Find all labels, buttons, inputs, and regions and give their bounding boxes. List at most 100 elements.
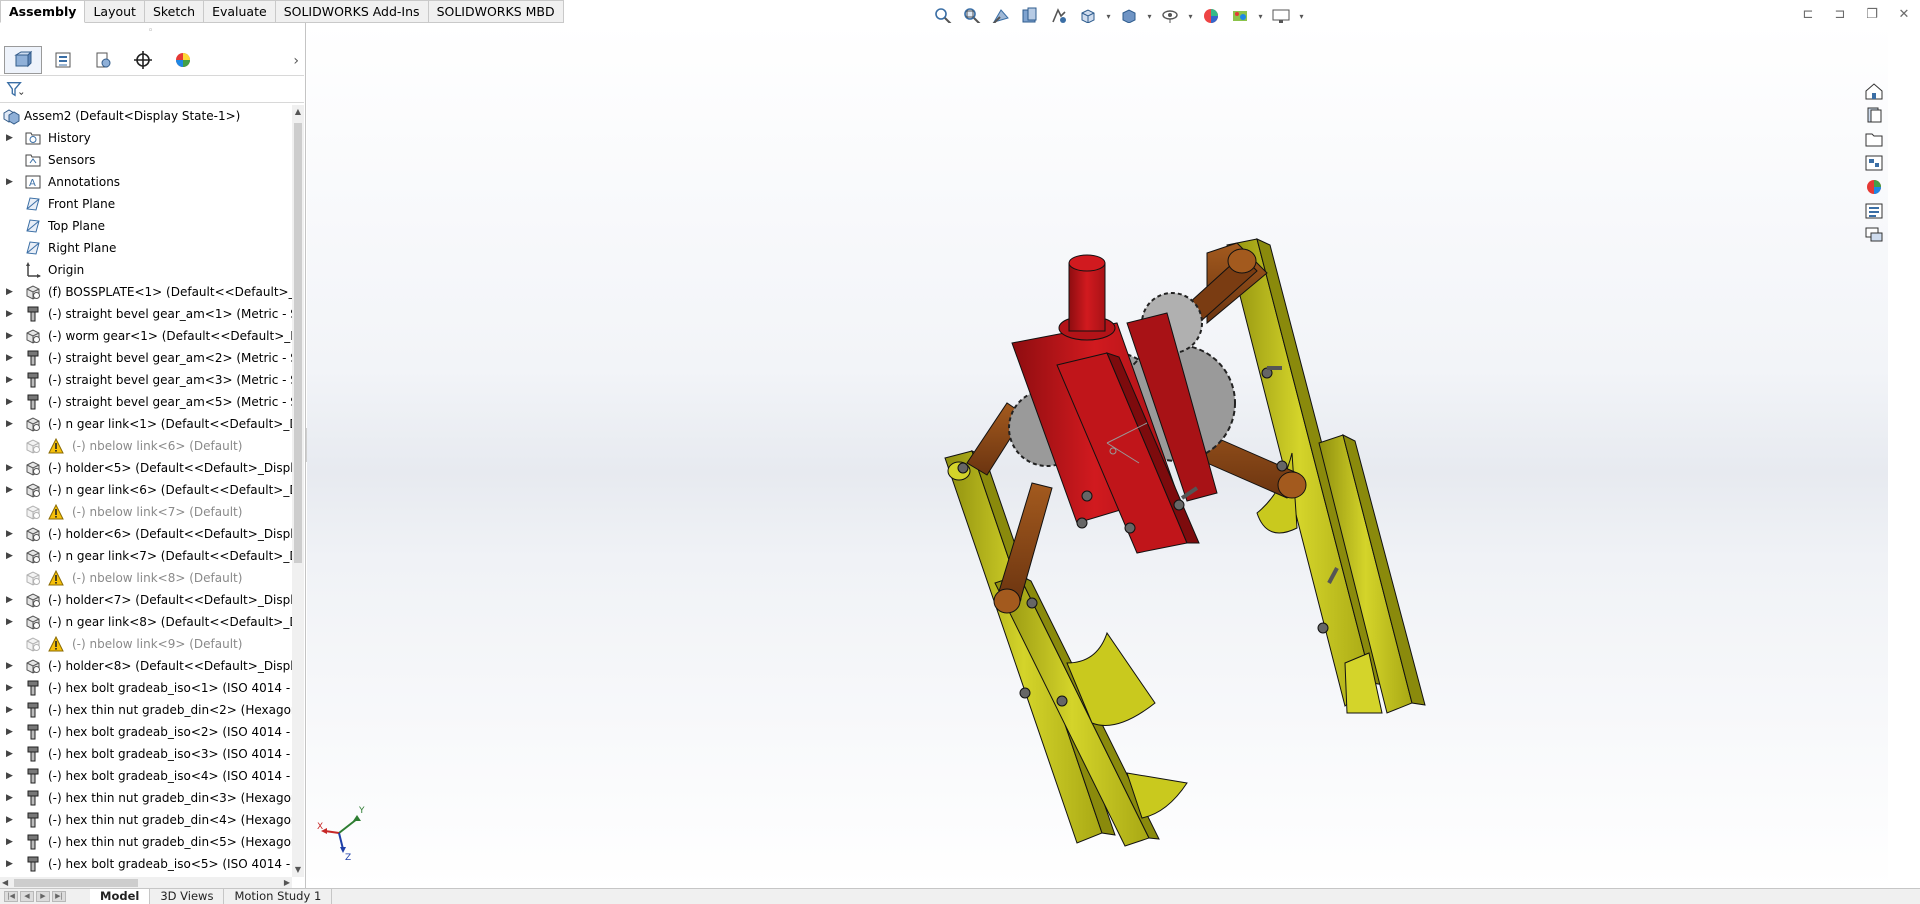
- tree-item-holder-8-default-default-display-stat[interactable]: ▶ (-) holder<8> (Default<<Default>_Displa…: [0, 655, 292, 677]
- command-tab-solidworks-add-ins[interactable]: SOLIDWORKS Add-Ins: [275, 0, 429, 23]
- expand-arrow-icon[interactable]: ▶: [6, 308, 14, 320]
- tree-item-n-gear-link-8-default-default-display[interactable]: ▶ (-) n gear link<8> (Default<<Default>_D…: [0, 611, 292, 633]
- solidworks-resources-icon[interactable]: [1862, 81, 1886, 101]
- tree-item-hex-thin-nut-gradeb-din-4-hexagon-nut[interactable]: ▶ (-) hex thin nut gradeb_din<4> (Hexagon…: [0, 809, 292, 831]
- tile-left-icon[interactable]: ⊏: [1798, 4, 1818, 24]
- scroll-down-icon[interactable]: ▼: [292, 863, 304, 877]
- expand-arrow-icon[interactable]: ▶: [6, 792, 14, 804]
- tree-item-straight-bevel-gear-am-5-metric-spur-g[interactable]: ▶ (-) straight bevel gear_am<5> (Metric -…: [0, 391, 292, 413]
- panel-collapse-handle[interactable]: ◦: [148, 27, 156, 36]
- close-icon[interactable]: ✕: [1894, 4, 1914, 24]
- tree-item-history[interactable]: ▶ History: [0, 127, 292, 149]
- expand-arrow-icon[interactable]: ▶: [6, 286, 14, 298]
- command-tab-sketch[interactable]: Sketch: [144, 0, 205, 23]
- scroll-thumb[interactable]: [294, 123, 302, 563]
- feature-manager-tab[interactable]: [4, 46, 42, 74]
- tree-item-hex-bolt-gradeab-iso-2-iso-4014-m4-x-3[interactable]: ▶ (-) hex bolt gradeab_iso<2> (ISO 4014 -…: [0, 721, 292, 743]
- dimxpert-manager-tab[interactable]: [124, 46, 162, 74]
- prev-tab-icon[interactable]: ◀: [20, 891, 34, 902]
- tree-item-top-plane[interactable]: Top Plane: [0, 215, 292, 237]
- expand-arrow-icon[interactable]: ▶: [6, 396, 14, 408]
- tree-item-n-gear-link-6-default-default-display[interactable]: ▶ (-) n gear link<6> (Default<<Default>_D…: [0, 479, 292, 501]
- expand-arrow-icon[interactable]: ▶: [6, 660, 14, 672]
- tree-root-assembly[interactable]: Assem2 (Default<Display State-1>): [0, 105, 292, 127]
- tree-item-holder-6-default-default-display-stat[interactable]: ▶ (-) holder<6> (Default<<Default>_Displa…: [0, 523, 292, 545]
- tree-item-straight-bevel-gear-am-2-metric-spur-g[interactable]: ▶ (-) straight bevel gear_am<2> (Metric -…: [0, 347, 292, 369]
- tree-item-f-bossplate-1-default-default-displa[interactable]: ▶ (f) BOSSPLATE<1> (Default<<Default>_Dis…: [0, 281, 292, 303]
- view-palette-icon[interactable]: [1862, 153, 1886, 173]
- property-manager-icon: [55, 52, 71, 68]
- first-tab-icon[interactable]: |◀: [4, 891, 18, 902]
- tree-item-nbelow-link-9-default[interactable]: (-) nbelow link<9> (Default): [0, 633, 292, 655]
- custom-properties-icon[interactable]: [1862, 201, 1886, 221]
- expand-arrow-icon[interactable]: ▶: [6, 858, 14, 870]
- scroll-up-icon[interactable]: ▲: [292, 105, 304, 119]
- tree-item-hex-bolt-gradeab-iso-1-iso-4014-m4-x-3[interactable]: ▶ (-) hex bolt gradeab_iso<1> (ISO 4014 -…: [0, 677, 292, 699]
- command-tab-assembly[interactable]: Assembly: [0, 0, 86, 23]
- tree-item-straight-bevel-gear-am-3-metric-spur-g[interactable]: ▶ (-) straight bevel gear_am<3> (Metric -…: [0, 369, 292, 391]
- tree-item-hex-bolt-gradeab-iso-3-iso-4014-m4-x-3[interactable]: ▶ (-) hex bolt gradeab_iso<3> (ISO 4014 -…: [0, 743, 292, 765]
- tree-item-right-plane[interactable]: Right Plane: [0, 237, 292, 259]
- expand-arrow-icon[interactable]: ▶: [6, 374, 14, 386]
- expand-arrow-icon[interactable]: ▶: [6, 616, 14, 628]
- tile-right-icon[interactable]: ⊐: [1830, 4, 1850, 24]
- expand-arrow-icon[interactable]: ▶: [6, 352, 14, 364]
- appearances-scenes-icon[interactable]: [1862, 177, 1886, 197]
- restore-icon[interactable]: ❐: [1862, 4, 1882, 24]
- tree-item-hex-thin-nut-gradeb-din-5-hexagon-nut[interactable]: ▶ (-) hex thin nut gradeb_din<5> (Hexagon…: [0, 831, 292, 853]
- tree-item-holder-5-default-default-display-stat[interactable]: ▶ (-) holder<5> (Default<<Default>_Displa…: [0, 457, 292, 479]
- expand-arrow-icon[interactable]: ▶: [6, 704, 14, 716]
- property-manager-tab[interactable]: [44, 46, 82, 74]
- expand-arrow-icon[interactable]: ▶: [6, 814, 14, 826]
- tree-filter[interactable]: [0, 75, 304, 103]
- chevron-right-icon[interactable]: ›: [293, 53, 299, 69]
- command-tab-evaluate[interactable]: Evaluate: [204, 0, 276, 23]
- display-manager-tab[interactable]: [164, 46, 202, 74]
- tree-item-front-plane[interactable]: Front Plane: [0, 193, 292, 215]
- scroll-thumb[interactable]: [14, 879, 138, 887]
- expand-arrow-icon[interactable]: ▶: [6, 132, 14, 144]
- tree-item-worm-gear-1-default-default-display[interactable]: ▶ (-) worm gear<1> (Default<<Default>_Dis…: [0, 325, 292, 347]
- tree-item-straight-bevel-gear-am-1-metric-spur-g[interactable]: ▶ (-) straight bevel gear_am<1> (Metric -…: [0, 303, 292, 325]
- expand-arrow-icon[interactable]: ▶: [6, 550, 14, 562]
- bottom-tab-motion-study-1[interactable]: Motion Study 1: [224, 889, 333, 904]
- configuration-manager-tab[interactable]: [84, 46, 122, 74]
- tree-item-annotations[interactable]: ▶ A Annotations: [0, 171, 292, 193]
- tree-item-origin[interactable]: Origin: [0, 259, 292, 281]
- expand-arrow-icon[interactable]: ▶: [6, 330, 14, 342]
- file-explorer-icon[interactable]: [1862, 129, 1886, 149]
- tree-item-nbelow-link-8-default[interactable]: (-) nbelow link<8> (Default): [0, 567, 292, 589]
- tree-vertical-scrollbar[interactable]: ▲ ▼: [292, 105, 304, 877]
- expand-arrow-icon[interactable]: ▶: [6, 176, 14, 188]
- next-tab-icon[interactable]: ▶: [36, 891, 50, 902]
- design-library-icon[interactable]: [1862, 105, 1886, 125]
- graphics-area[interactable]: Y X Z: [307, 23, 1888, 888]
- expand-arrow-icon[interactable]: ▶: [6, 528, 14, 540]
- tree-item-hex-bolt-gradeab-iso-4-iso-4014-m4-x-3[interactable]: ▶ (-) hex bolt gradeab_iso<4> (ISO 4014 -…: [0, 765, 292, 787]
- expand-arrow-icon[interactable]: ▶: [6, 462, 14, 474]
- command-tab-layout[interactable]: Layout: [85, 0, 145, 23]
- tree-item-nbelow-link-7-default[interactable]: (-) nbelow link<7> (Default): [0, 501, 292, 523]
- expand-arrow-icon[interactable]: ▶: [6, 748, 14, 760]
- tree-item-sensors[interactable]: Sensors: [0, 149, 292, 171]
- expand-arrow-icon[interactable]: ▶: [6, 682, 14, 694]
- tree-item-hex-bolt-gradeab-iso-5-iso-4014-m4-x-3[interactable]: ▶ (-) hex bolt gradeab_iso<5> (ISO 4014 -…: [0, 853, 292, 875]
- expand-arrow-icon[interactable]: ▶: [6, 836, 14, 848]
- expand-arrow-icon[interactable]: ▶: [6, 726, 14, 738]
- last-tab-icon[interactable]: ▶|: [52, 891, 66, 902]
- bottom-tab-3d-views[interactable]: 3D Views: [150, 889, 225, 904]
- forum-icon[interactable]: [1862, 225, 1886, 245]
- assembly-model[interactable]: [307, 23, 1888, 888]
- bottom-tab-model[interactable]: Model: [90, 889, 151, 904]
- tree-item-hex-thin-nut-gradeb-din-2-hexagon-nut[interactable]: ▶ (-) hex thin nut gradeb_din<2> (Hexagon…: [0, 699, 292, 721]
- expand-arrow-icon[interactable]: ▶: [6, 484, 14, 496]
- command-tab-solidworks-mbd[interactable]: SOLIDWORKS MBD: [428, 0, 564, 23]
- tree-item-n-gear-link-1-default-default-display[interactable]: ▶ (-) n gear link<1> (Default<<Default>_D…: [0, 413, 292, 435]
- tree-item-holder-7-default-default-display-stat[interactable]: ▶ (-) holder<7> (Default<<Default>_Displa…: [0, 589, 292, 611]
- expand-arrow-icon[interactable]: ▶: [6, 418, 14, 430]
- tree-item-hex-thin-nut-gradeb-din-3-hexagon-nut[interactable]: ▶ (-) hex thin nut gradeb_din<3> (Hexagon…: [0, 787, 292, 809]
- expand-arrow-icon[interactable]: ▶: [6, 770, 14, 782]
- tree-item-nbelow-link-6-default[interactable]: (-) nbelow link<6> (Default): [0, 435, 292, 457]
- tree-item-n-gear-link-7-default-default-display[interactable]: ▶ (-) n gear link<7> (Default<<Default>_D…: [0, 545, 292, 567]
- expand-arrow-icon[interactable]: ▶: [6, 594, 14, 606]
